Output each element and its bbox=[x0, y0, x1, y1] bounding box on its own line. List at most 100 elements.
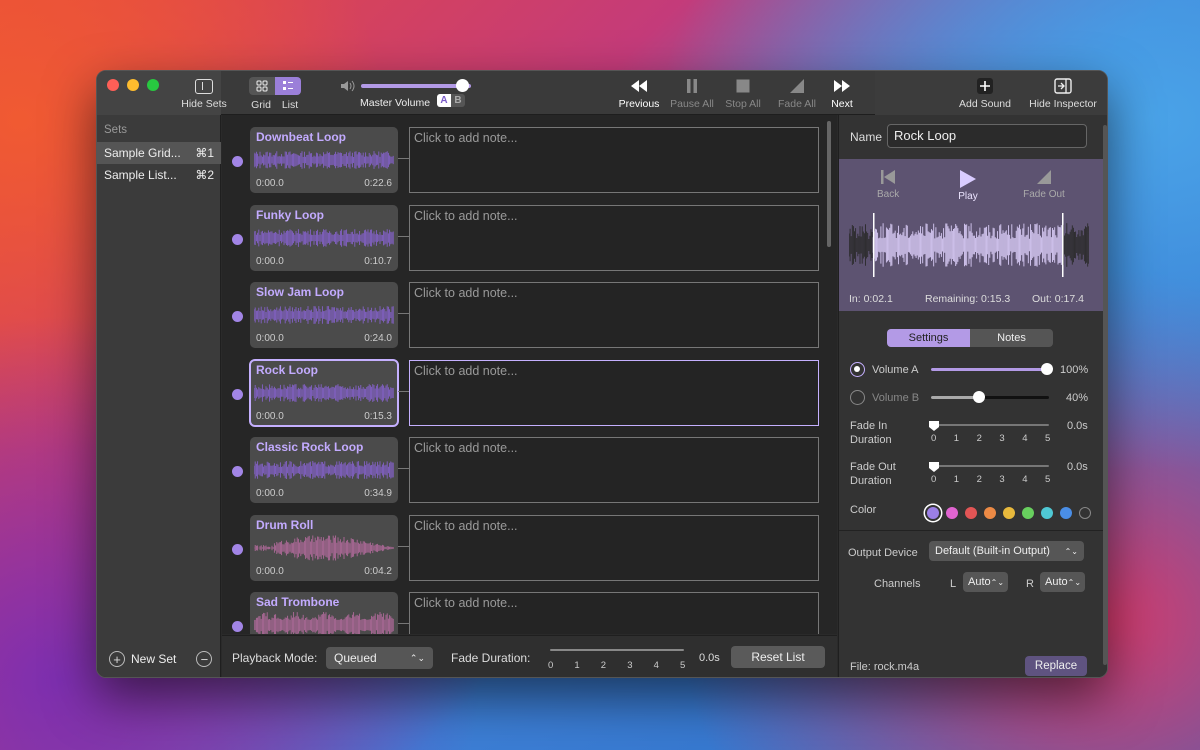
sound-card[interactable]: Classic Rock Loop 0:00.0 0:34.9 bbox=[250, 437, 398, 503]
hide-inspector-label: Hide Inspector bbox=[1029, 98, 1097, 110]
sidebar-item-sample-grid[interactable]: Sample Grid... ⌘1 bbox=[97, 142, 221, 164]
volume-ab-toggle[interactable]: A B bbox=[437, 94, 465, 107]
reset-list-button[interactable]: Reset List bbox=[731, 646, 825, 668]
note-field[interactable]: Click to add note... bbox=[409, 282, 819, 348]
remove-set-button[interactable]: − bbox=[196, 651, 213, 667]
sound-card[interactable]: Slow Jam Loop 0:00.0 0:24.0 bbox=[250, 282, 398, 348]
color-label: Color bbox=[850, 504, 877, 516]
duration: 0:10.7 bbox=[364, 255, 392, 267]
name-field[interactable]: Rock Loop bbox=[887, 124, 1087, 148]
sound-card[interactable]: Rock Loop 0:00.0 0:15.3 bbox=[249, 358, 399, 427]
pause-icon bbox=[687, 79, 697, 93]
fade-in-slider[interactable] bbox=[929, 421, 1049, 431]
tick-label: 5 bbox=[680, 660, 686, 671]
stop-icon bbox=[736, 79, 750, 93]
sidebar-item-sample-list[interactable]: Sample List... ⌘2 bbox=[97, 164, 221, 186]
color-swatch[interactable] bbox=[965, 507, 977, 519]
inspector-scrollbar[interactable] bbox=[1103, 125, 1107, 665]
zoom-window-button[interactable] bbox=[147, 79, 159, 91]
fade-out-slider[interactable] bbox=[929, 462, 1049, 472]
inspector-panel: Name Rock Loop Back Play Fade Out In: 0:… bbox=[838, 115, 1107, 677]
add-sound-label: Add Sound bbox=[959, 98, 1011, 110]
tab-notes[interactable]: Notes bbox=[970, 329, 1053, 347]
left-channel-label: L bbox=[950, 578, 957, 590]
add-sound-button[interactable]: Add Sound bbox=[955, 77, 1015, 110]
stop-all-button[interactable]: Stop All bbox=[719, 77, 767, 110]
color-swatch[interactable] bbox=[984, 507, 996, 519]
color-swatch[interactable] bbox=[1041, 507, 1053, 519]
previous-button[interactable]: Previous bbox=[611, 77, 667, 110]
new-set-button[interactable]: + bbox=[109, 651, 125, 667]
output-device-select[interactable]: Default (Built-in Output) ⌃⌄ bbox=[929, 541, 1084, 561]
fade-out-button[interactable]: Fade Out bbox=[1019, 169, 1069, 200]
fade-in-value: 0.0s bbox=[1067, 420, 1088, 432]
color-swatch[interactable] bbox=[1079, 507, 1091, 519]
right-channel-select[interactable]: Auto ⌃⌄ bbox=[1040, 572, 1085, 592]
volume-b-toggle[interactable]: B bbox=[451, 94, 465, 107]
note-field[interactable]: Click to add note... bbox=[409, 437, 819, 503]
color-swatch[interactable] bbox=[1060, 507, 1072, 519]
fade-icon bbox=[790, 79, 804, 93]
list-label: List bbox=[281, 99, 299, 111]
sound-card[interactable]: Drum Roll 0:00.0 0:04.2 bbox=[250, 514, 398, 581]
pause-all-button[interactable]: Pause All bbox=[667, 77, 717, 110]
hide-sets-button[interactable]: Hide Sets bbox=[179, 77, 229, 110]
replace-button[interactable]: Replace bbox=[1025, 656, 1087, 676]
list-scrollbar[interactable] bbox=[827, 121, 831, 247]
tab-settings[interactable]: Settings bbox=[887, 329, 970, 347]
sets-sidebar: Sets Sample Grid... ⌘1 Sample List... ⌘2… bbox=[97, 115, 221, 677]
status-dot bbox=[232, 233, 243, 245]
duration: 0:22.6 bbox=[364, 178, 392, 189]
tick-label: 1 bbox=[953, 433, 960, 444]
note-field[interactable]: Click to add note... bbox=[409, 592, 819, 634]
duration: 0:15.3 bbox=[364, 410, 392, 422]
playback-mode-label: Playback Mode: bbox=[232, 651, 318, 665]
chevron-updown-icon: ⌃⌄ bbox=[1064, 546, 1078, 556]
fade-duration-slider[interactable] bbox=[550, 649, 684, 651]
close-window-button[interactable] bbox=[107, 79, 119, 91]
sound-card[interactable]: Funky Loop 0:00.0 0:10.7 bbox=[250, 204, 398, 271]
waveform-editor[interactable] bbox=[849, 213, 1089, 277]
connector-line bbox=[398, 390, 409, 392]
volume-a-slider[interactable] bbox=[931, 363, 1053, 375]
sound-title: Sad Trombone bbox=[256, 595, 340, 609]
divider bbox=[839, 530, 1103, 531]
left-channel-select[interactable]: Auto ⌃⌄ bbox=[963, 572, 1008, 592]
hide-inspector-button[interactable]: Hide Inspector bbox=[1025, 77, 1101, 110]
chevron-updown-icon: ⌃⌄ bbox=[990, 577, 1005, 587]
waveform bbox=[254, 612, 394, 634]
master-volume-knob[interactable] bbox=[456, 79, 470, 92]
sound-card[interactable]: Sad Trombone bbox=[250, 592, 398, 634]
volume-a-radio[interactable] bbox=[850, 362, 865, 377]
grid-view-button[interactable] bbox=[249, 77, 275, 95]
volume-a-toggle[interactable]: A bbox=[437, 94, 451, 107]
play-button[interactable]: Play bbox=[953, 169, 983, 202]
tick-label: 1 bbox=[574, 660, 580, 671]
next-button[interactable]: Next bbox=[821, 77, 863, 110]
sound-title: Slow Jam Loop bbox=[256, 285, 345, 299]
note-field[interactable]: Click to add note... bbox=[409, 359, 819, 426]
sound-card[interactable]: Downbeat Loop 0:00.0 0:22.6 bbox=[250, 127, 398, 193]
volume-b-radio[interactable] bbox=[850, 390, 865, 405]
back-button[interactable]: Back bbox=[877, 169, 899, 200]
connector-line bbox=[398, 158, 409, 159]
start-time: 0:00.0 bbox=[256, 488, 284, 499]
chevron-updown-icon: ⌃⌄ bbox=[1067, 577, 1082, 587]
list-view-button[interactable] bbox=[275, 77, 301, 95]
minimize-window-button[interactable] bbox=[127, 79, 139, 91]
tick-label: 3 bbox=[999, 474, 1005, 485]
playback-mode-select[interactable]: Queued ⌃⌄ bbox=[326, 647, 433, 669]
master-volume-slider[interactable] bbox=[361, 84, 471, 88]
color-swatch[interactable] bbox=[927, 507, 939, 519]
note-field[interactable]: Click to add note... bbox=[409, 204, 819, 271]
toolbar: Hide Sets Grid List Master Volume A B Pr… bbox=[97, 71, 1107, 115]
color-swatch[interactable] bbox=[1022, 507, 1034, 519]
channels-label: Channels bbox=[874, 578, 921, 590]
note-field[interactable]: Click to add note... bbox=[409, 127, 819, 193]
color-swatch[interactable] bbox=[1003, 507, 1015, 519]
grid-label: Grid bbox=[251, 99, 271, 111]
volume-b-slider[interactable] bbox=[931, 391, 1049, 403]
note-field[interactable]: Click to add note... bbox=[409, 514, 819, 581]
fade-all-button[interactable]: Fade All bbox=[773, 77, 821, 110]
color-swatch[interactable] bbox=[946, 507, 958, 519]
